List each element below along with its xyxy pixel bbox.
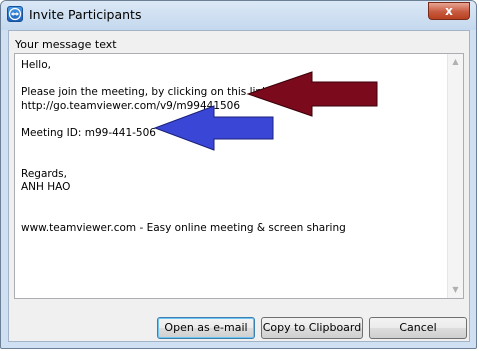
message-label: Your message text xyxy=(15,38,117,51)
message-textarea[interactable]: Hello, Please join the meeting, by click… xyxy=(14,53,464,299)
close-button[interactable]: x xyxy=(428,2,470,20)
meeting-link: http://go.teamviewer.com/v9/m99441506 xyxy=(21,99,241,112)
open-as-email-button[interactable]: Open as e-mail xyxy=(157,317,255,339)
invite-participants-dialog: Invite Participants x Your message text … xyxy=(0,0,477,349)
message-line xyxy=(21,73,441,87)
cancel-button[interactable]: Cancel xyxy=(369,317,467,339)
message-line: www.teamviewer.com - Easy online meeting… xyxy=(21,222,346,235)
message-line: Hello, xyxy=(21,59,51,71)
vertical-scrollbar[interactable]: ▲ ▼ xyxy=(447,54,463,298)
message-line xyxy=(21,113,441,127)
message-line xyxy=(21,154,441,168)
close-icon: x xyxy=(445,4,453,18)
title-bar[interactable]: Invite Participants x xyxy=(1,1,476,30)
copy-to-clipboard-button[interactable]: Copy to Clipboard xyxy=(261,317,363,339)
dialog-body: Your message text Hello, Please join the… xyxy=(8,30,470,342)
message-line xyxy=(21,195,441,209)
scroll-down-icon[interactable]: ▼ xyxy=(448,282,463,298)
message-line: Regards, xyxy=(21,167,67,180)
message-line xyxy=(21,209,441,223)
window-title: Invite Participants xyxy=(29,7,142,22)
message-text[interactable]: Hello, Please join the meeting, by click… xyxy=(21,59,441,236)
message-line: Please join the meeting, by clicking on … xyxy=(21,86,272,99)
meeting-id: Meeting ID: m99-441-506 xyxy=(21,126,156,139)
teamviewer-icon xyxy=(7,6,23,22)
message-line xyxy=(21,141,441,155)
scroll-up-icon[interactable]: ▲ xyxy=(448,54,463,70)
message-line: ANH HAO xyxy=(21,181,71,194)
